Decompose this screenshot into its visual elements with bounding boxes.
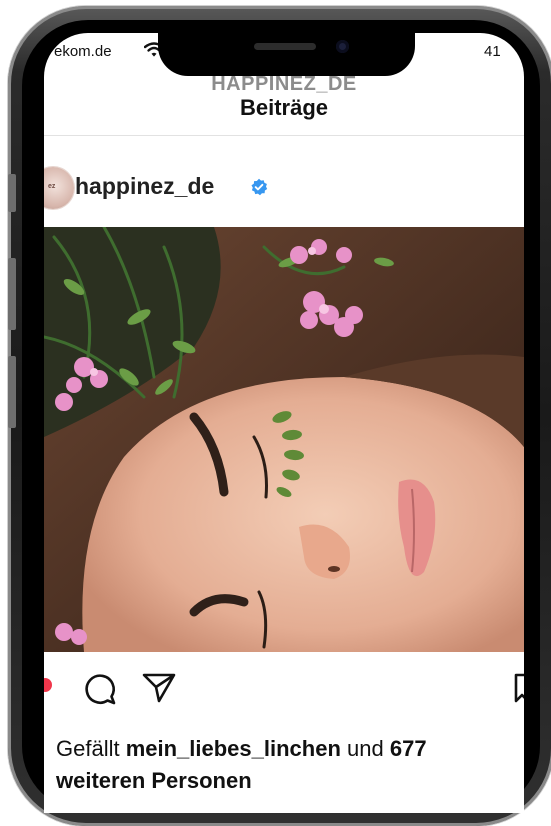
phone-volume-down: [8, 356, 16, 428]
post-photo[interactable]: [44, 227, 524, 652]
notch-speaker: [254, 43, 316, 50]
phone-mute-switch: [8, 174, 16, 212]
phone-volume-up: [8, 258, 16, 330]
header-divider: [44, 135, 524, 136]
likes-connector: und: [340, 736, 390, 761]
avatar-logo-text: ez: [48, 183, 56, 190]
likes-summary: Gefällt mein_liebes_linchen und 677 weite…: [56, 733, 524, 797]
portrait-with-flowers-image: [44, 227, 524, 652]
comment-icon[interactable]: [83, 672, 117, 706]
phone-notch: [158, 24, 415, 76]
header-account-name: HAPPINEZ_DE: [211, 73, 357, 95]
status-battery: 41: [484, 43, 501, 60]
verified-badge-icon: [251, 178, 268, 196]
page-title: Beiträge: [239, 95, 329, 120]
likes-prefix: Gefällt: [56, 736, 126, 761]
notch-camera: [336, 40, 349, 53]
likes-others[interactable]: weiteren Personen: [56, 768, 252, 793]
liked-by-user[interactable]: mein_liebes_linchen: [126, 736, 341, 761]
like-heart-icon[interactable]: [44, 678, 52, 692]
status-carrier: ekom.de: [54, 43, 112, 60]
avatar[interactable]: ez: [44, 167, 74, 209]
bookmark-icon[interactable]: [514, 673, 524, 703]
likes-count[interactable]: 677: [390, 736, 427, 761]
post-username[interactable]: happinez_de: [75, 173, 214, 200]
share-icon[interactable]: [142, 672, 176, 704]
app-screen: ekom.de 41 HAPPINEZ_DE Beiträge ez happi…: [44, 33, 524, 813]
